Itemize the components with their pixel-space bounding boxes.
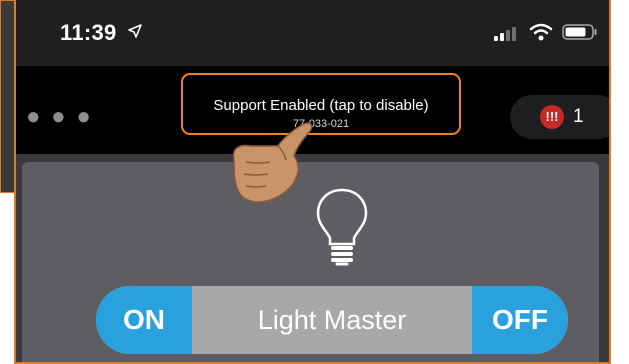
wifi-icon [529,23,553,46]
more-dots-icon[interactable]: ● ● ● [26,105,93,129]
device-name: Light Master [192,286,472,354]
alert-icon: !!! [540,105,564,129]
status-bar: 11:39 [16,0,609,66]
alert-count: 1 [573,106,584,127]
location-arrow-icon [128,24,142,43]
cellular-signal-icon [494,27,520,46]
status-time: 11:39 [60,20,117,45]
support-status-label: Support Enabled (tap to disable) [213,97,429,114]
light-master-control: ON Light Master OFF [96,286,568,354]
phone-screen: 11:39 ● ● ● Support Enabled (tap to disa… [14,0,611,364]
off-button[interactable]: OFF [472,286,568,354]
alerts-button[interactable]: !!! 1 [510,95,609,139]
hand-pointer-icon [226,118,326,215]
battery-icon [562,24,598,45]
on-button[interactable]: ON [96,286,192,354]
